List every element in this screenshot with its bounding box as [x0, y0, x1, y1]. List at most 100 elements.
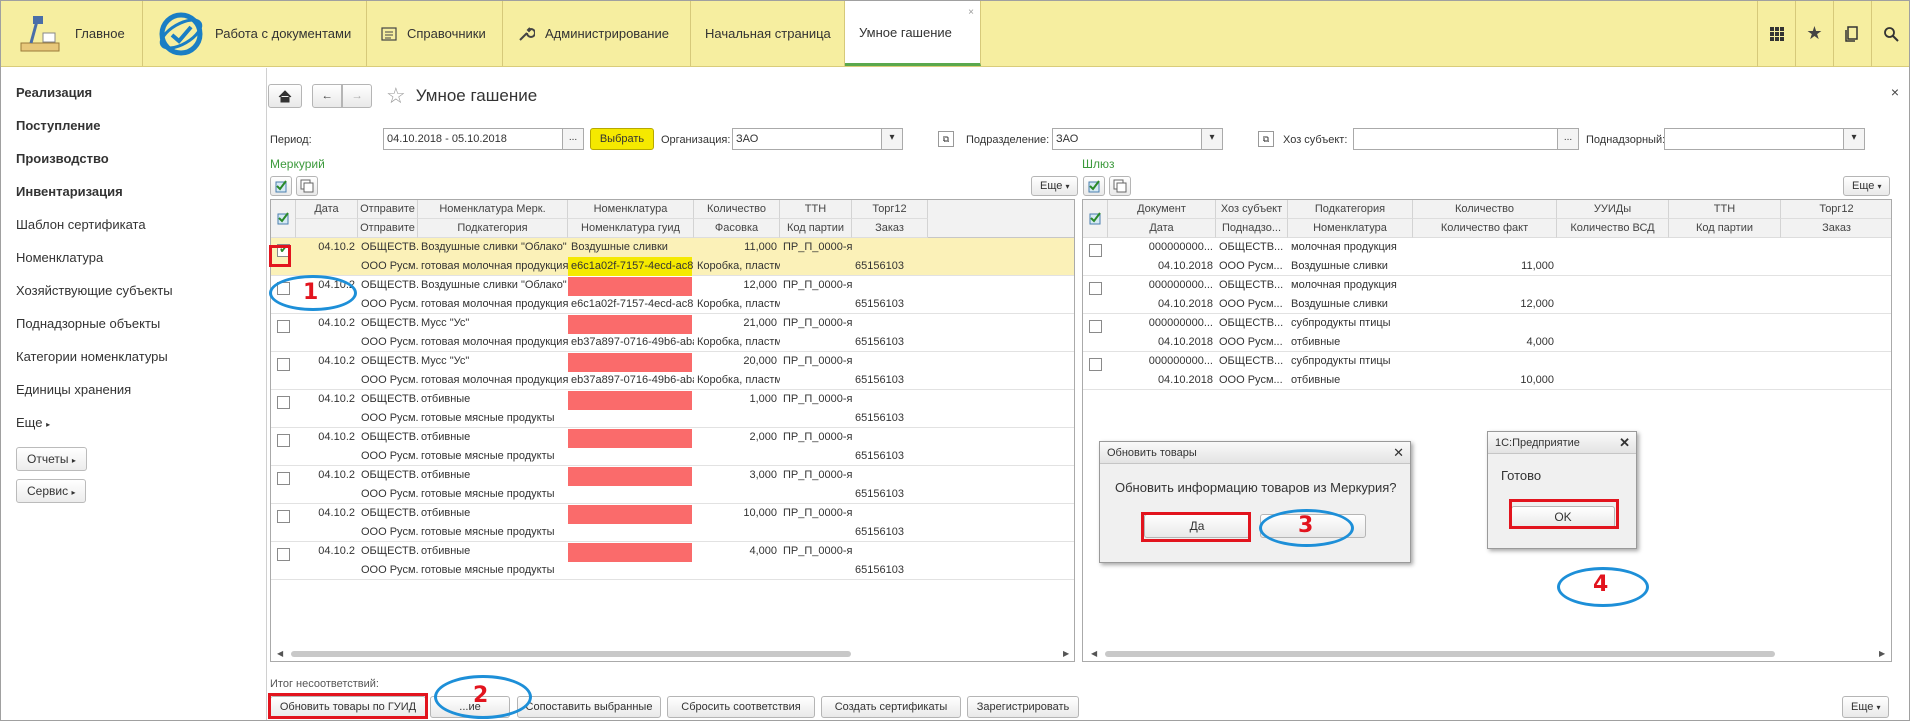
mercury-header-bottom[interactable]: Код партии	[780, 219, 852, 238]
scroll-right-icon[interactable]: ▶	[1063, 649, 1069, 658]
sidebar-item-nomenclature[interactable]: Номенклатура	[1, 245, 266, 278]
table-row[interactable]: 000000000... ОБЩЕСТВ... субпродукты птицы 0…	[1083, 352, 1891, 390]
gateway-header-bottom[interactable]: Количество факт	[1413, 219, 1557, 238]
gateway-header-top[interactable]: Хоз субъект	[1216, 200, 1288, 219]
section-references[interactable]: Справочники	[367, 1, 503, 66]
scroll-right-icon[interactable]: ▶	[1879, 649, 1885, 658]
grid-menu-icon[interactable]	[1757, 1, 1795, 67]
gateway-header-top[interactable]: ТТН	[1669, 200, 1781, 219]
gateway-header-top[interactable]: УУИДы	[1557, 200, 1669, 219]
organization-input[interactable]: ЗАО	[732, 128, 882, 150]
favorite-star-icon[interactable]: ☆	[386, 83, 406, 109]
row-checkbox[interactable]	[1089, 358, 1102, 371]
tab-start-page[interactable]: Начальная страница	[691, 1, 845, 66]
row-checkbox[interactable]	[1089, 320, 1102, 333]
history-icon[interactable]	[1833, 1, 1871, 67]
gateway-header-top[interactable]: Торг12	[1781, 200, 1891, 219]
table-row[interactable]: 000000000... ОБЩЕСТВ... субпродукты птицы 0…	[1083, 314, 1891, 352]
mercury-header-top[interactable]: Торг12	[852, 200, 928, 219]
row-checkbox[interactable]	[277, 510, 290, 523]
table-row[interactable]: 04.10.2 ОБЩЕСТВ...Воздушные сливки "Облак…	[271, 238, 1074, 276]
favorites-star-icon[interactable]: ★	[1795, 1, 1833, 67]
tab-close-icon[interactable]: ×	[968, 7, 974, 18]
business-entity-input[interactable]	[1353, 128, 1558, 150]
left-uncheck-all-button[interactable]	[296, 176, 318, 196]
left-more-button[interactable]: Еще ▾	[1031, 176, 1079, 196]
business-entity-select-button[interactable]: ...	[1557, 128, 1579, 150]
row-checkbox[interactable]	[277, 548, 290, 561]
header-check-icon[interactable]	[1083, 200, 1108, 238]
gateway-header-top[interactable]: Документ	[1108, 200, 1216, 219]
header-check-icon[interactable]	[271, 200, 296, 238]
dialog-close-icon[interactable]: ✕	[1393, 442, 1404, 464]
mercury-header-top[interactable]: Номенклатура	[568, 200, 694, 219]
sidebar-item-production[interactable]: Производство	[1, 146, 266, 179]
row-checkbox[interactable]	[1089, 244, 1102, 257]
table-row[interactable]: 000000000... ОБЩЕСТВ... молочная продукция…	[1083, 238, 1891, 276]
gateway-header-bottom[interactable]: Номенклатура	[1288, 219, 1413, 238]
right-more-button[interactable]: Еще ▾	[1843, 176, 1891, 196]
table-row[interactable]: 04.10.2 ОБЩЕСТВ...Мусс "Ус" 21,000 ПР_П_000…	[271, 314, 1074, 352]
gateway-header-bottom[interactable]: Код партии	[1669, 219, 1781, 238]
gateway-header-bottom[interactable]: Поднадзо...	[1216, 219, 1288, 238]
sidebar-item-sales[interactable]: Реализация	[1, 80, 266, 113]
row-checkbox[interactable]	[277, 358, 290, 371]
section-admin[interactable]: Администрирование	[503, 1, 691, 66]
form-close-icon[interactable]: ×	[1891, 84, 1899, 100]
department-input[interactable]: ЗАО	[1052, 128, 1202, 150]
home-button[interactable]	[268, 84, 302, 108]
sidebar-item-supervised-objects[interactable]: Поднадзорные объекты	[1, 311, 266, 344]
sidebar-item-more[interactable]: Еще ▸	[1, 410, 266, 443]
forward-button[interactable]: →	[342, 84, 372, 108]
mercury-header-top[interactable]: Дата	[296, 200, 358, 219]
section-home[interactable]: Главное	[1, 1, 143, 66]
mercury-header-bottom[interactable]: Отправите	[358, 219, 418, 238]
period-input[interactable]: 04.10.2018 - 05.10.2018	[383, 128, 563, 150]
scroll-left-icon[interactable]: ◀	[1091, 649, 1097, 658]
gateway-header-bottom[interactable]: Заказ	[1781, 219, 1891, 238]
table-row[interactable]: 04.10.2 ОБЩЕСТВ...Мусс "Ус" 20,000 ПР_П_000…	[271, 352, 1074, 390]
supervised-input[interactable]	[1664, 128, 1844, 150]
sidebar-item-storage-units[interactable]: Единицы хранения	[1, 377, 266, 410]
table-row[interactable]: 000000000... ОБЩЕСТВ... молочная продукция…	[1083, 276, 1891, 314]
organization-dropdown-icon[interactable]: ▾	[881, 128, 903, 150]
table-row[interactable]: 04.10.2 ОБЩЕСТВ...отбивные 2,000 ПР_П_0000-…	[271, 428, 1074, 466]
mercury-horizontal-scrollbar[interactable]	[291, 651, 851, 657]
back-button[interactable]: ←	[312, 84, 342, 108]
search-icon[interactable]	[1871, 1, 1909, 67]
mercury-header-top[interactable]: Количество	[694, 200, 780, 219]
right-uncheck-all-button[interactable]	[1109, 176, 1131, 196]
gateway-header-top[interactable]: Количество	[1413, 200, 1557, 219]
select-button[interactable]: Выбрать	[590, 128, 654, 150]
period-select-button[interactable]: ...	[562, 128, 584, 150]
left-check-all-button[interactable]	[270, 176, 292, 196]
row-checkbox[interactable]	[277, 434, 290, 447]
gateway-header-top[interactable]: Подкатегория	[1288, 200, 1413, 219]
gateway-horizontal-scrollbar[interactable]	[1105, 651, 1775, 657]
sidebar-item-receipts[interactable]: Поступление	[1, 113, 266, 146]
scroll-left-icon[interactable]: ◀	[277, 649, 283, 658]
row-checkbox[interactable]	[277, 472, 290, 485]
supervised-dropdown-icon[interactable]: ▾	[1843, 128, 1865, 150]
mercury-header-bottom[interactable]	[296, 219, 358, 238]
organization-open-icon[interactable]: ⧉	[938, 131, 954, 147]
dialog-close-icon[interactable]: ✕	[1619, 432, 1630, 454]
service-button[interactable]: Сервис ▸	[16, 479, 87, 503]
mercury-header-top[interactable]: ТТН	[780, 200, 852, 219]
reset-matches-button[interactable]: Сбросить соответствия	[667, 696, 815, 718]
register-button[interactable]: Зарегистрировать	[967, 696, 1079, 718]
mercury-header-bottom[interactable]: Номенклатура гуид	[568, 219, 694, 238]
mercury-header-top[interactable]: Номенклатура Мерк.	[418, 200, 568, 219]
department-dropdown-icon[interactable]: ▾	[1201, 128, 1223, 150]
sidebar-item-business-entities[interactable]: Хозяйствующие субъекты	[1, 278, 266, 311]
right-check-all-button[interactable]	[1083, 176, 1105, 196]
table-row[interactable]: 04.10.2 ОБЩЕСТВ...отбивные 1,000 ПР_П_0000-…	[271, 390, 1074, 428]
row-checkbox[interactable]	[277, 396, 290, 409]
gateway-header-bottom[interactable]: Дата	[1108, 219, 1216, 238]
table-row[interactable]: 04.10.2 ОБЩЕСТВ...отбивные 4,000 ПР_П_0000-…	[271, 542, 1074, 580]
sidebar-item-inventory[interactable]: Инвентаризация	[1, 179, 266, 212]
bottom-more-button[interactable]: Еще ▾	[1842, 696, 1890, 718]
mercury-header-bottom[interactable]: Заказ	[852, 219, 928, 238]
row-checkbox[interactable]	[1089, 282, 1102, 295]
gateway-header-bottom[interactable]: Количество ВСД	[1557, 219, 1669, 238]
